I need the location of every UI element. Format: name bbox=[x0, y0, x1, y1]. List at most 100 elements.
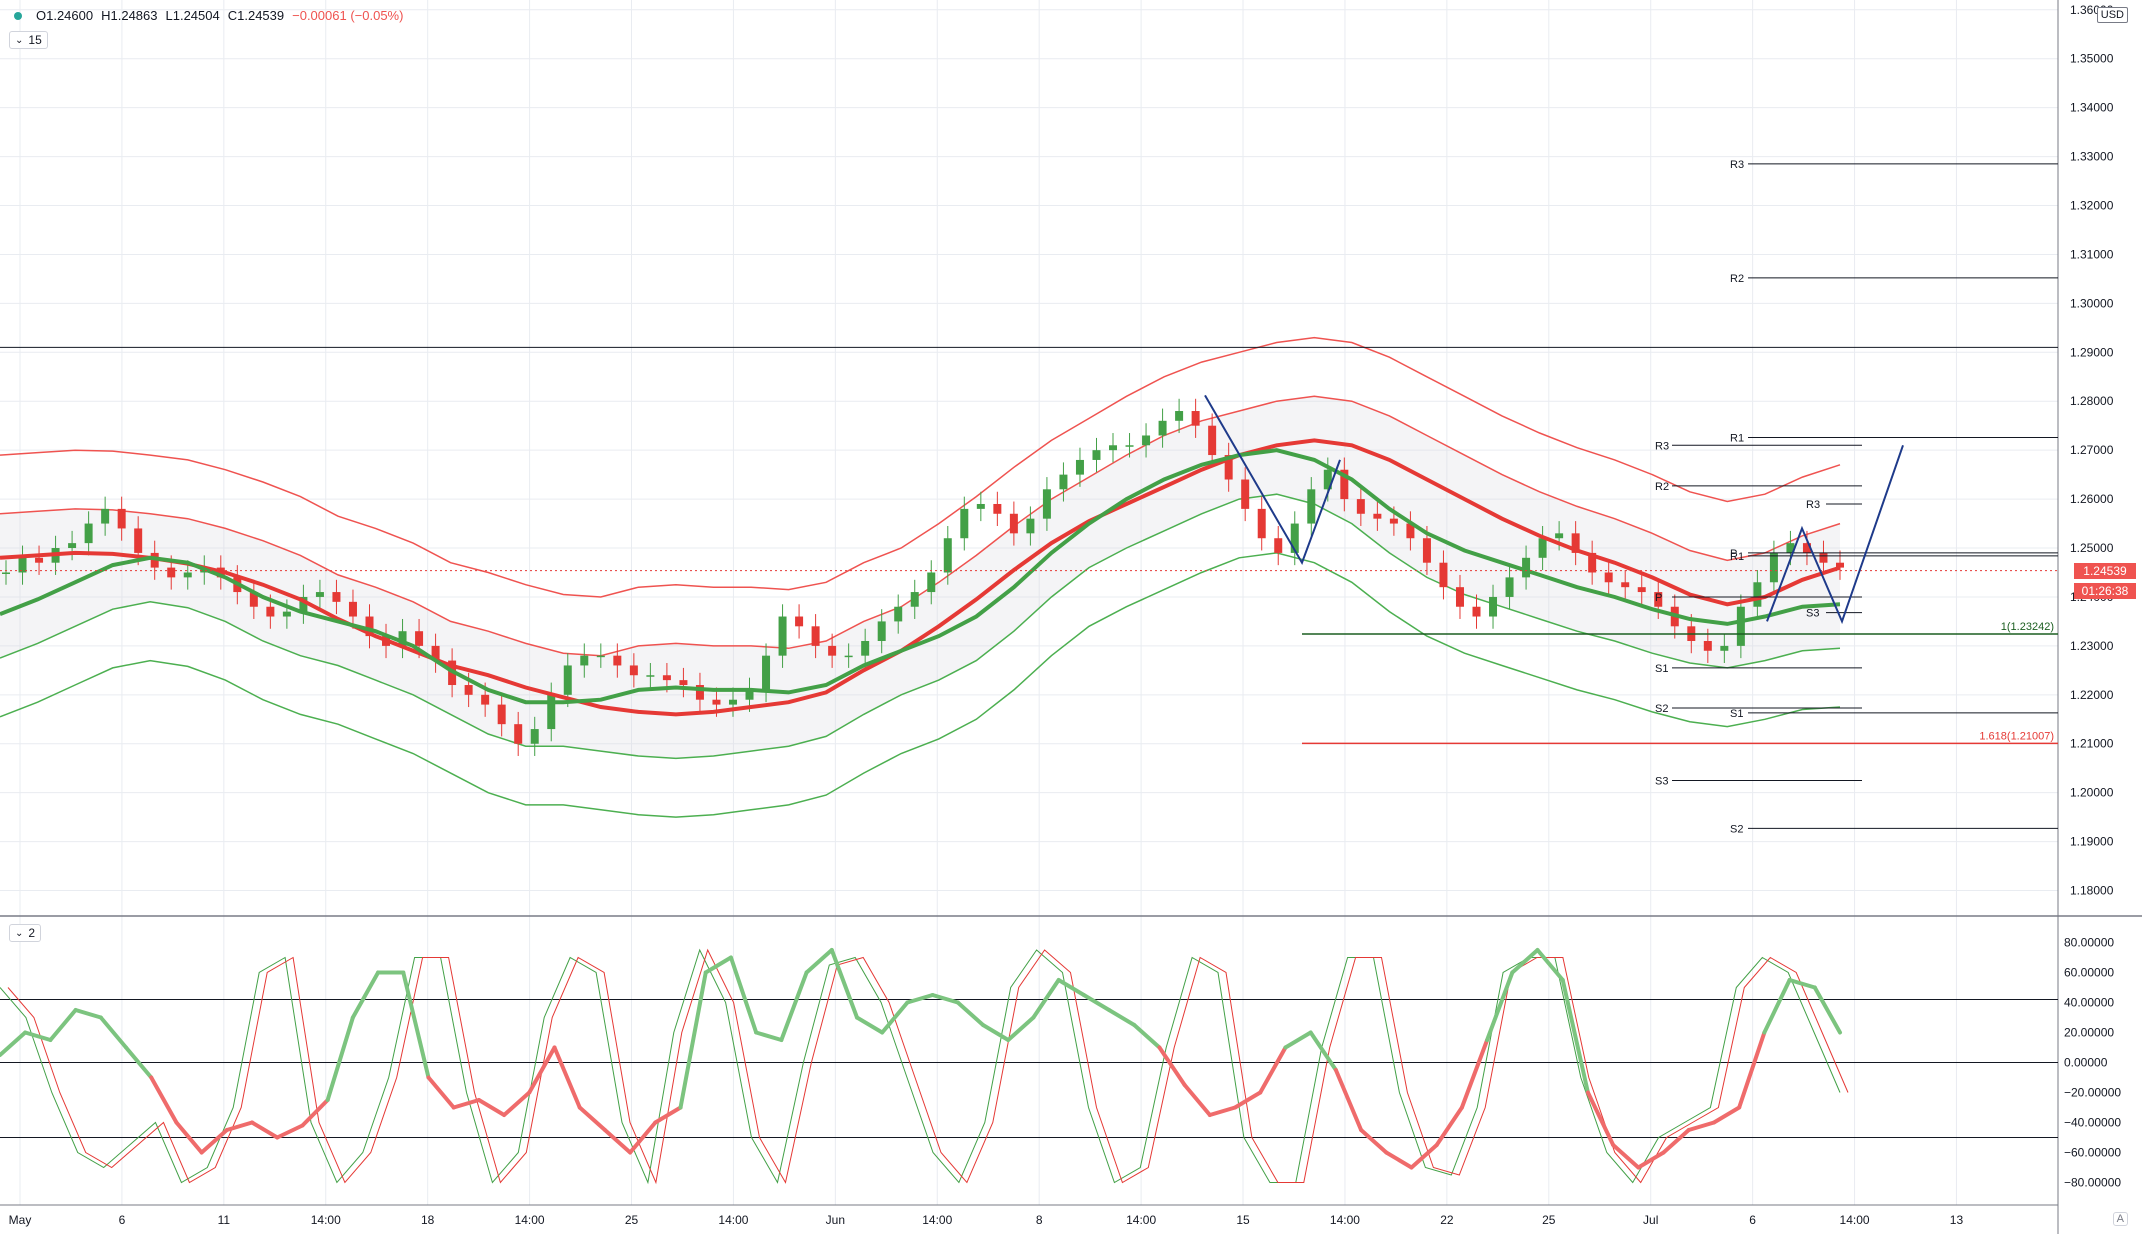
time-tick-label: 11 bbox=[218, 1213, 231, 1227]
candle-body bbox=[1109, 445, 1118, 451]
candle-body bbox=[1191, 411, 1200, 426]
candle-body bbox=[35, 557, 44, 563]
candle-body bbox=[844, 655, 853, 658]
ohlc-legend: O1.24600 H1.24863 L1.24504 C1.24539 −0.0… bbox=[8, 8, 403, 23]
time-tick-label: 14:00 bbox=[515, 1213, 545, 1227]
candle-body bbox=[943, 538, 952, 573]
chevron-down-icon: ⌄ bbox=[15, 927, 24, 939]
candle-body bbox=[1637, 587, 1646, 593]
candle-body bbox=[1026, 518, 1035, 534]
price-tick-label: 1.26000 bbox=[2070, 492, 2114, 506]
candle-body bbox=[1472, 606, 1481, 617]
pivot-label: S1 bbox=[1655, 663, 1668, 675]
price-tick-label: 1.25000 bbox=[2070, 541, 2114, 555]
candle-body bbox=[580, 655, 589, 666]
pivot-label: P bbox=[1655, 592, 1662, 604]
pivot-label: R2 bbox=[1655, 481, 1669, 493]
chevron-down-icon: ⌄ bbox=[15, 34, 24, 46]
candle-body bbox=[167, 567, 176, 578]
candle-body bbox=[497, 704, 506, 725]
candle-body bbox=[646, 675, 655, 677]
pivot-label: R1 bbox=[1730, 432, 1744, 444]
candle-body bbox=[1125, 445, 1134, 447]
candle-body bbox=[1538, 538, 1547, 558]
price-tick-label: 1.20000 bbox=[2070, 786, 2114, 800]
candle-body bbox=[877, 621, 886, 641]
candle-body bbox=[481, 694, 490, 705]
candle-body bbox=[1208, 425, 1217, 456]
candle-body bbox=[1142, 435, 1151, 446]
candle-body bbox=[68, 543, 77, 549]
legend-change: −0.00061 (−0.05%) bbox=[292, 8, 404, 23]
oscillator-tick-label: 0.00000 bbox=[2064, 1056, 2108, 1070]
candle-body bbox=[1009, 513, 1018, 534]
candle-body bbox=[464, 685, 473, 695]
trading-chart[interactable]: R3R2R1R3R2R3R1PPS3S1S2 S1S3S21(1.23242)1.… bbox=[0, 0, 2142, 1234]
price-tick-label: 1.30000 bbox=[2070, 296, 2114, 310]
candle-body bbox=[1042, 489, 1051, 519]
time-tick-label: 18 bbox=[421, 1213, 435, 1227]
legend-high: H1.24863 bbox=[101, 8, 158, 23]
currency-badge[interactable]: USD bbox=[2096, 7, 2128, 23]
time-tick-label: 25 bbox=[1542, 1213, 1556, 1227]
price-tick-label: 1.34000 bbox=[2070, 101, 2114, 115]
candle-body bbox=[1241, 479, 1250, 509]
candle-body bbox=[861, 640, 870, 656]
candle-body bbox=[910, 592, 919, 607]
time-tick-label: 6 bbox=[119, 1213, 126, 1227]
pivot-label: R2 bbox=[1730, 273, 1744, 285]
candle-body bbox=[960, 508, 969, 539]
candle-body bbox=[563, 665, 572, 695]
candle-body bbox=[894, 606, 903, 622]
candle-body bbox=[1720, 645, 1729, 651]
pivot-label: S3 bbox=[1655, 775, 1668, 787]
time-tick-label: 8 bbox=[1036, 1213, 1043, 1227]
candle-body bbox=[1059, 474, 1068, 490]
candle-body bbox=[2, 572, 10, 574]
indicator-toggle-button[interactable]: ⌄ 15 bbox=[9, 31, 48, 49]
oscillator-toggle-button[interactable]: ⌄ 2 bbox=[9, 924, 42, 942]
candle-body bbox=[679, 680, 688, 686]
candle-body bbox=[514, 724, 523, 744]
price-tick-label: 1.29000 bbox=[2070, 345, 2114, 359]
candle-body bbox=[1505, 577, 1514, 597]
price-tick-label: 1.21000 bbox=[2070, 737, 2114, 751]
price-tick-label: 1.35000 bbox=[2070, 52, 2114, 66]
candle-body bbox=[1753, 582, 1762, 607]
pivot-label: S1 bbox=[1730, 708, 1743, 720]
candle-body bbox=[315, 592, 324, 597]
price-tick-label: 1.32000 bbox=[2070, 199, 2114, 213]
oscillator-tick-label: 60.00000 bbox=[2064, 966, 2114, 980]
pivot-label: S3 bbox=[1806, 608, 1819, 620]
time-tick-label: 15 bbox=[1236, 1213, 1250, 1227]
candle-body bbox=[1439, 562, 1448, 588]
candle-body bbox=[811, 626, 820, 646]
candle-body bbox=[1736, 606, 1745, 646]
oscillator-tick-label: −40.00000 bbox=[2064, 1116, 2121, 1130]
oscillator-tick-label: −80.00000 bbox=[2064, 1176, 2121, 1190]
time-tick-label: Jun bbox=[826, 1213, 845, 1227]
price-tick-label: 1.27000 bbox=[2070, 443, 2114, 457]
time-tick-label: 14:00 bbox=[718, 1213, 748, 1227]
price-tick-label: 1.31000 bbox=[2070, 247, 2114, 261]
candle-body bbox=[84, 523, 93, 544]
pivot-label: S2 bbox=[1730, 823, 1743, 835]
candle-body bbox=[1703, 640, 1712, 651]
auto-scale-button[interactable]: A bbox=[2112, 1212, 2128, 1226]
candle-body bbox=[712, 699, 721, 705]
candle-body bbox=[1489, 596, 1498, 617]
time-tick-label: 6 bbox=[1749, 1213, 1756, 1227]
candle-body bbox=[1389, 518, 1398, 524]
legend-low: L1.24504 bbox=[165, 8, 220, 23]
candle-body bbox=[1373, 513, 1382, 519]
candle-body bbox=[183, 572, 192, 578]
candle-body bbox=[1555, 533, 1564, 539]
time-tick-label: 14:00 bbox=[1126, 1213, 1156, 1227]
legend-open: O1.24600 bbox=[36, 8, 94, 23]
oscillator-tick-label: 80.00000 bbox=[2064, 936, 2114, 950]
pivot-label: R3 bbox=[1730, 159, 1744, 171]
indicator-count: 15 bbox=[28, 33, 42, 47]
candle-body bbox=[1422, 538, 1431, 563]
candle-body bbox=[1075, 459, 1084, 475]
candle-body bbox=[728, 699, 737, 705]
